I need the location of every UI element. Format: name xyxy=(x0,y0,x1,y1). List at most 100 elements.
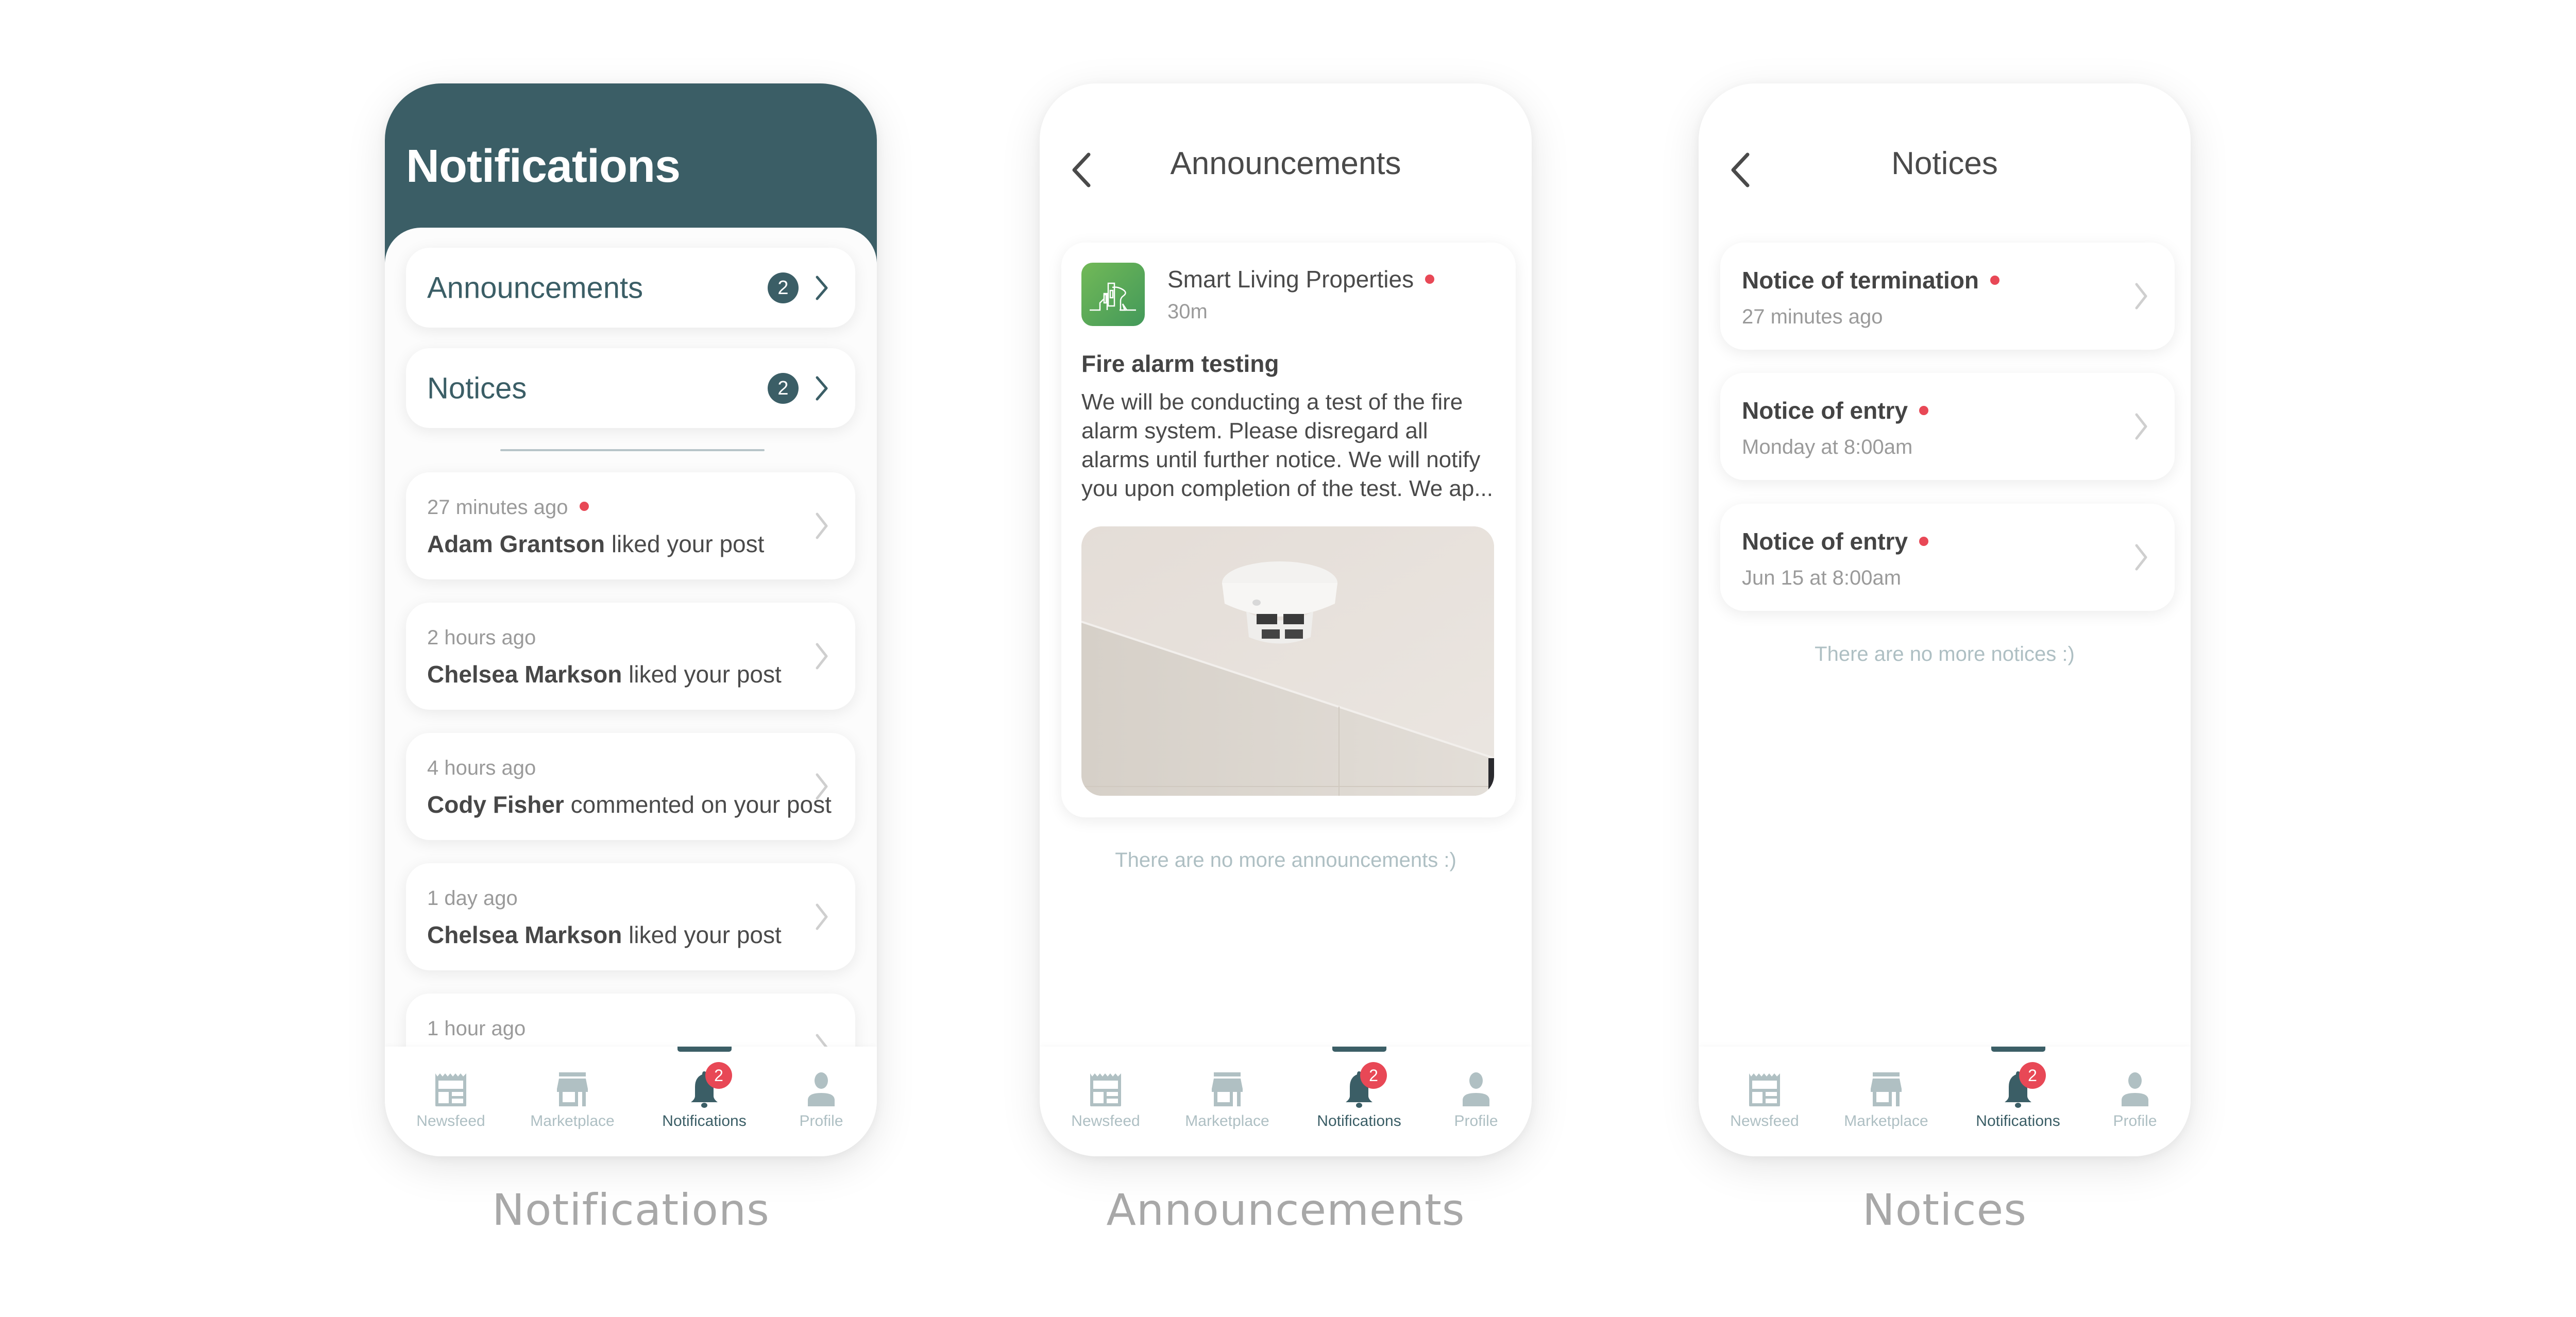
category-notices[interactable]: Notices 2 xyxy=(406,348,855,428)
notification-item[interactable]: 1 day ago Chelsea Markson liked your pos… xyxy=(406,863,855,970)
time-text: 1 hour ago xyxy=(427,1017,526,1040)
nav-label: Marketplace xyxy=(1844,1113,1928,1130)
action-text: liked your post xyxy=(629,921,782,948)
actor-name: Cody Fisher xyxy=(427,791,564,818)
notification-time: 27 minutes ago xyxy=(427,496,589,519)
notification-item[interactable]: 2 hours ago Chelsea Markson liked your p… xyxy=(406,603,855,710)
notice-time: 27 minutes ago xyxy=(1742,305,1883,328)
unread-dot xyxy=(1990,275,2000,285)
notice-title-text: Notice of entry xyxy=(1742,528,1908,555)
announcement-body: We will be conducting a test of the fire… xyxy=(1081,389,1494,501)
announcement-subject: Fire alarm testing xyxy=(1081,350,1279,377)
nav-label: Newsfeed xyxy=(1730,1113,1799,1130)
nav-label: Profile xyxy=(799,1113,843,1130)
chevron-right-icon xyxy=(816,376,828,400)
notification-item[interactable]: 1 hour ago xyxy=(406,994,855,1047)
announcement-image[interactable] xyxy=(1081,526,1494,796)
section-divider xyxy=(500,449,765,451)
nav-item-newsfeed[interactable]: Newsfeed xyxy=(1049,1047,1162,1156)
notification-count-badge: 2 xyxy=(705,1062,732,1089)
chevron-right-icon xyxy=(816,1034,828,1047)
notice-title: Notice of entry xyxy=(1742,527,1929,555)
nav-item-notifications[interactable]: 2 Notifications xyxy=(648,1047,761,1156)
screen-caption: Announcements xyxy=(1106,1185,1465,1235)
active-tab-indicator xyxy=(1332,1047,1386,1052)
chevron-right-icon xyxy=(2135,413,2147,440)
notice-title-text: Notice of termination xyxy=(1742,267,1979,294)
notification-item[interactable]: 4 hours ago Cody Fisher commented on you… xyxy=(406,733,855,840)
announcement-time: 30m xyxy=(1167,300,1208,323)
end-of-list-message: There are no more notices :) xyxy=(1815,643,2075,665)
page-title: Notifications xyxy=(406,141,681,192)
actor-name: Adam Grantson xyxy=(427,531,605,557)
category-announcements[interactable]: Announcements 2 xyxy=(406,248,855,328)
storefront-icon xyxy=(1212,1072,1243,1106)
unread-dot xyxy=(1919,405,1929,415)
person-icon xyxy=(1463,1072,1489,1106)
phone-notifications-screen: Notifications Announcements 2 Notices 2 … xyxy=(385,83,877,1156)
chevron-right-icon xyxy=(816,643,828,670)
nav-item-newsfeed[interactable]: Newsfeed xyxy=(1708,1047,1821,1156)
unread-dot xyxy=(579,502,589,511)
notification-time: 1 day ago xyxy=(427,887,518,910)
notification-time: 4 hours ago xyxy=(427,757,536,780)
notice-item[interactable]: Notice of termination 27 minutes ago xyxy=(1720,243,2175,350)
active-tab-indicator xyxy=(1991,1047,2045,1052)
page-title: Notices xyxy=(1891,146,1998,181)
bottom-nav: Newsfeed Marketplace 2 Notifications Pro… xyxy=(1699,1047,2191,1156)
notification-item[interactable]: 27 minutes ago Adam Grantson liked your … xyxy=(406,472,855,579)
unread-dot xyxy=(1425,274,1435,284)
nav-label: Profile xyxy=(2113,1113,2157,1130)
chevron-right-icon xyxy=(816,773,828,800)
nav-label: Marketplace xyxy=(530,1113,615,1130)
nav-item-marketplace[interactable]: Marketplace xyxy=(1171,1047,1284,1156)
chevron-right-icon xyxy=(816,512,828,539)
notification-text: Chelsea Markson liked your post xyxy=(427,921,782,949)
nav-item-profile[interactable]: Profile xyxy=(2078,1047,2191,1156)
nav-label: Profile xyxy=(1454,1113,1498,1130)
notice-title: Notice of entry xyxy=(1742,397,1929,424)
chevron-right-icon xyxy=(816,903,828,930)
notice-time: Jun 15 at 8:00am xyxy=(1742,567,1902,589)
nav-label: Marketplace xyxy=(1185,1113,1269,1130)
nav-item-profile[interactable]: Profile xyxy=(1419,1047,1532,1156)
newspaper-icon xyxy=(435,1073,466,1106)
notice-time: Monday at 8:00am xyxy=(1742,436,1913,458)
sender-text: Smart Living Properties xyxy=(1167,266,1414,293)
nav-item-notifications[interactable]: 2 Notifications xyxy=(1302,1047,1416,1156)
nav-item-newsfeed[interactable]: Newsfeed xyxy=(394,1047,507,1156)
nav-label: Notifications xyxy=(662,1113,747,1130)
nav-item-marketplace[interactable]: Marketplace xyxy=(1829,1047,1943,1156)
phone-notices-screen: Notices Notice of termination 27 minutes… xyxy=(1699,83,2191,1156)
time-text: 4 hours ago xyxy=(427,757,536,779)
count-badge: 2 xyxy=(768,372,799,404)
nav-item-notifications[interactable]: 2 Notifications xyxy=(1961,1047,2075,1156)
chevron-right-icon xyxy=(2135,283,2147,310)
bottom-nav: Newsfeed Marketplace 2 Notifications Pro… xyxy=(1040,1047,1532,1156)
sender-logo xyxy=(1081,263,1145,326)
action-text: liked your post xyxy=(629,661,782,688)
announcement-card[interactable]: Smart Living Properties 30m Fire alarm t… xyxy=(1061,243,1516,817)
newspaper-icon xyxy=(1090,1073,1121,1106)
count-badge: 2 xyxy=(768,272,799,303)
nav-item-marketplace[interactable]: Marketplace xyxy=(516,1047,629,1156)
nav-label: Newsfeed xyxy=(1071,1113,1140,1130)
bottom-nav: Newsfeed Marketplace 2 Notifications Pro… xyxy=(385,1047,877,1156)
building-logo-icon xyxy=(1090,282,1136,311)
notification-time: 2 hours ago xyxy=(427,626,536,649)
actor-name: Chelsea Markson xyxy=(427,921,622,948)
time-text: 2 hours ago xyxy=(427,626,536,649)
notice-item[interactable]: Notice of entry Monday at 8:00am xyxy=(1720,373,2175,480)
nav-label: Notifications xyxy=(1317,1113,1401,1130)
notifications-scroll-area[interactable]: Notifications Announcements 2 Notices 2 … xyxy=(385,83,877,1047)
action-text: commented on your post xyxy=(570,791,832,818)
chevron-right-icon xyxy=(2135,544,2147,571)
nav-item-profile[interactable]: Profile xyxy=(765,1047,877,1156)
unread-dot xyxy=(1919,536,1929,546)
active-tab-indicator xyxy=(677,1047,732,1052)
notice-item[interactable]: Notice of entry Jun 15 at 8:00am xyxy=(1720,504,2175,611)
sender-name: Smart Living Properties xyxy=(1167,265,1435,293)
person-icon xyxy=(808,1072,835,1106)
notification-text: Chelsea Markson liked your post xyxy=(427,660,782,688)
notice-title: Notice of termination xyxy=(1742,266,2000,294)
